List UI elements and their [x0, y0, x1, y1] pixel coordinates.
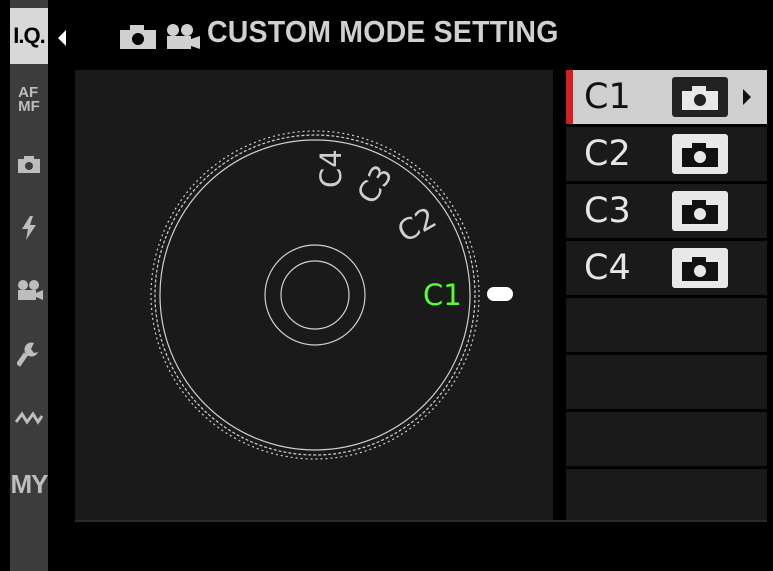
camera-icon [18, 156, 40, 173]
divider [75, 520, 767, 522]
list-item-label: C2 [584, 134, 631, 174]
movie-icon [18, 280, 43, 300]
mode-type-box [672, 77, 728, 117]
sidebar-item-movie[interactable] [10, 262, 48, 318]
sidebar-item-setup[interactable] [10, 326, 48, 382]
dial-position-c4: C4 [314, 149, 348, 188]
sidebar-item-label: MY [10, 468, 49, 499]
dial-position-c3: C3 [350, 159, 399, 210]
page-title: CUSTOM MODE SETTING [207, 14, 559, 49]
camera-icon [682, 200, 718, 224]
list-item-label: C1 [584, 77, 631, 117]
wrench-icon [17, 342, 38, 367]
flash-icon [22, 216, 36, 240]
header-icons [119, 22, 201, 55]
sidebar: I.Q. AF MF MY [10, 0, 49, 571]
dial-center-ring [280, 260, 350, 330]
sidebar-item-af-mf[interactable]: AF MF [10, 72, 48, 128]
list-item-empty [566, 355, 767, 409]
sidebar-item-label: I.Q. [13, 23, 45, 48]
list-item-c3[interactable]: C3 [566, 184, 767, 238]
sidebar-item-my-menu[interactable]: MY [10, 456, 49, 512]
mode-type-box [672, 248, 728, 288]
selection-marker [566, 70, 573, 124]
sidebar-item-flash[interactable] [10, 200, 48, 256]
dial-position-c2: C2 [392, 200, 443, 249]
dial-panel: C1 C2 C3 C4 [75, 70, 553, 520]
back-arrow-icon[interactable] [58, 30, 66, 46]
camera-icon [682, 86, 718, 110]
list-item-empty [566, 469, 767, 520]
sidebar-item-label: AF MF [18, 84, 40, 115]
sidebar-item-shooting[interactable] [10, 136, 48, 192]
sidebar-item-connection[interactable] [10, 390, 48, 446]
list-item-empty [566, 298, 767, 352]
sidebar-item-iq[interactable]: I.Q. [10, 8, 48, 64]
list-item-label: C3 [584, 191, 631, 231]
movie-icon [167, 24, 201, 49]
dial-position-c1: C1 [423, 278, 462, 312]
custom-mode-list: C1 C2 C3 C4 [566, 70, 767, 520]
mode-type-box [672, 134, 728, 174]
mode-dial: C1 C2 C3 C4 [150, 130, 513, 460]
mode-type-box [672, 191, 728, 231]
list-item-c4[interactable]: C4 [566, 241, 767, 295]
list-item-empty [566, 412, 767, 466]
chevron-right-icon [743, 89, 751, 105]
camera-icon [682, 257, 718, 281]
dial-index-marker [487, 287, 513, 301]
zigzag-icon [15, 411, 43, 425]
camera-icon [120, 25, 156, 49]
list-item-c2[interactable]: C2 [566, 127, 767, 181]
list-item-c1[interactable]: C1 [566, 70, 767, 124]
camera-icon [682, 143, 718, 167]
list-item-label: C4 [584, 248, 631, 288]
dial-inner-ring [264, 244, 366, 346]
